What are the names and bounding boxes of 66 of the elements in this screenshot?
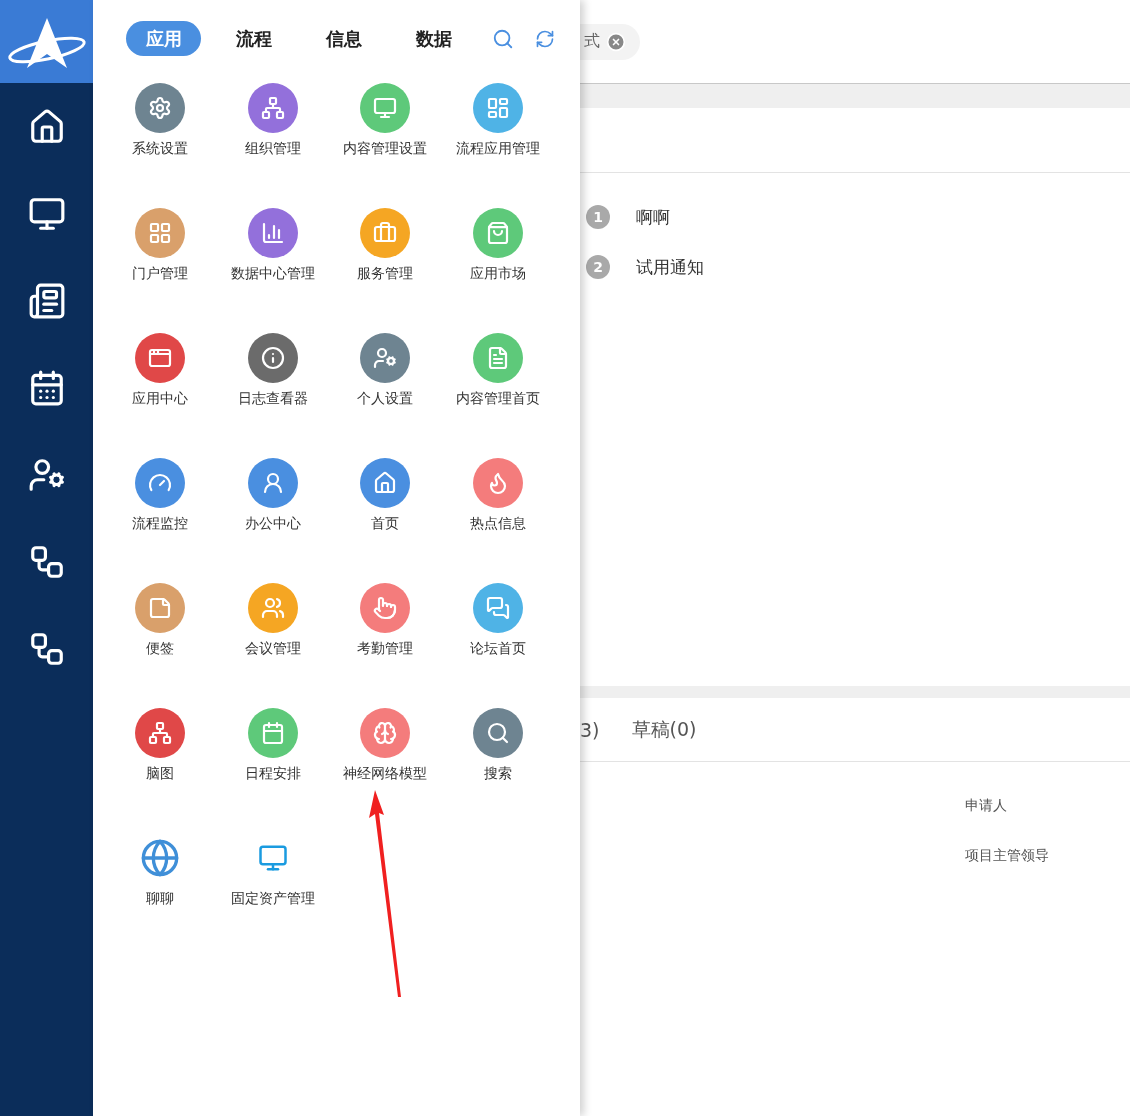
app-label: 应用市场 xyxy=(469,265,526,283)
app-label: 神经网络模型 xyxy=(343,765,428,783)
app-tile[interactable]: 流程应用管理 xyxy=(441,83,554,208)
flow-tab[interactable]: 草稿(0) xyxy=(631,716,697,743)
app-tile[interactable]: 脑图 xyxy=(104,708,217,833)
app-label: 会议管理 xyxy=(244,640,301,658)
app-label: 聊聊 xyxy=(146,890,175,908)
app-label: 日志查看器 xyxy=(237,390,308,408)
app-tile[interactable]: 门户管理 xyxy=(104,208,217,333)
search-icon[interactable] xyxy=(492,27,514,50)
app-label: 数据中心管理 xyxy=(230,265,315,283)
app-label: 办公中心 xyxy=(244,515,301,533)
app-label: 内容管理首页 xyxy=(455,390,540,408)
app-label: 脑图 xyxy=(146,765,175,783)
app-tile[interactable]: 日志查看器 xyxy=(216,333,329,458)
app-label: 流程应用管理 xyxy=(455,140,540,158)
app-label: 日程安排 xyxy=(244,765,301,783)
app-tile[interactable]: 服务管理 xyxy=(329,208,442,333)
notice-title[interactable]: 试用通知 xyxy=(636,255,704,279)
app-label: 固定资产管理 xyxy=(230,890,315,908)
app-label: 搜索 xyxy=(483,765,512,783)
app-tile[interactable]: 数据中心管理 xyxy=(216,208,329,333)
app-tile[interactable]: 论坛首页 xyxy=(441,583,554,708)
refresh-icon[interactable] xyxy=(535,28,555,49)
app-tile[interactable]: 会议管理 xyxy=(216,583,329,708)
app-tile[interactable]: 日程安排 xyxy=(216,708,329,833)
number-badge: 1 xyxy=(586,205,610,229)
column-label: 申请人 xyxy=(965,797,1008,815)
open-tab[interactable]: 式 xyxy=(580,23,640,60)
app-tile[interactable]: 热点信息 xyxy=(441,458,554,583)
app-tile[interactable]: 搜索 xyxy=(441,708,554,833)
app-tile[interactable]: 首页 xyxy=(329,458,442,583)
app-tile[interactable]: 考勤管理 xyxy=(329,583,442,708)
app-label: 内容管理设置 xyxy=(343,140,428,158)
column-label: 项目主管领导 xyxy=(965,847,1050,865)
app-tile[interactable]: 流程监控 xyxy=(104,458,217,583)
app-tile[interactable]: 便签 xyxy=(104,583,217,708)
app-tile[interactable]: 办公中心 xyxy=(216,458,329,583)
app-label: 组织管理 xyxy=(244,140,301,158)
app-label: 考勤管理 xyxy=(357,640,414,658)
app-label: 门户管理 xyxy=(132,265,189,283)
app-tile[interactable]: 聊聊 xyxy=(104,833,217,958)
app-tile[interactable]: 内容管理设置 xyxy=(329,83,442,208)
menu-tab[interactable]: 数据 xyxy=(396,21,471,56)
app-tile[interactable]: 系统设置 xyxy=(104,83,217,208)
app-label: 首页 xyxy=(371,515,400,533)
flow-tab[interactable]: 3) xyxy=(580,718,600,741)
menu-tab[interactable]: 流程 xyxy=(216,21,291,56)
app-tile[interactable]: 应用中心 xyxy=(104,333,217,458)
notice-title[interactable]: 啊啊 xyxy=(636,205,670,229)
app-label: 服务管理 xyxy=(357,265,414,283)
close-icon[interactable] xyxy=(606,31,626,52)
app-label: 便签 xyxy=(146,640,175,658)
app-label: 流程监控 xyxy=(132,515,189,533)
app-tile[interactable]: 组织管理 xyxy=(216,83,329,208)
app-tile[interactable]: 固定资产管理 xyxy=(216,833,329,958)
app-tile[interactable]: 内容管理首页 xyxy=(441,333,554,458)
menu-tab[interactable]: 信息 xyxy=(306,21,381,56)
app-label: 个人设置 xyxy=(357,390,414,408)
app-label: 系统设置 xyxy=(132,140,189,158)
app-label: 论坛首页 xyxy=(469,640,526,658)
app-label: 应用中心 xyxy=(132,390,189,408)
app-tile[interactable]: 个人设置 xyxy=(329,333,442,458)
app-label: 热点信息 xyxy=(469,515,526,533)
app-tile[interactable]: 应用市场 xyxy=(441,208,554,333)
number-badge: 2 xyxy=(586,255,610,279)
